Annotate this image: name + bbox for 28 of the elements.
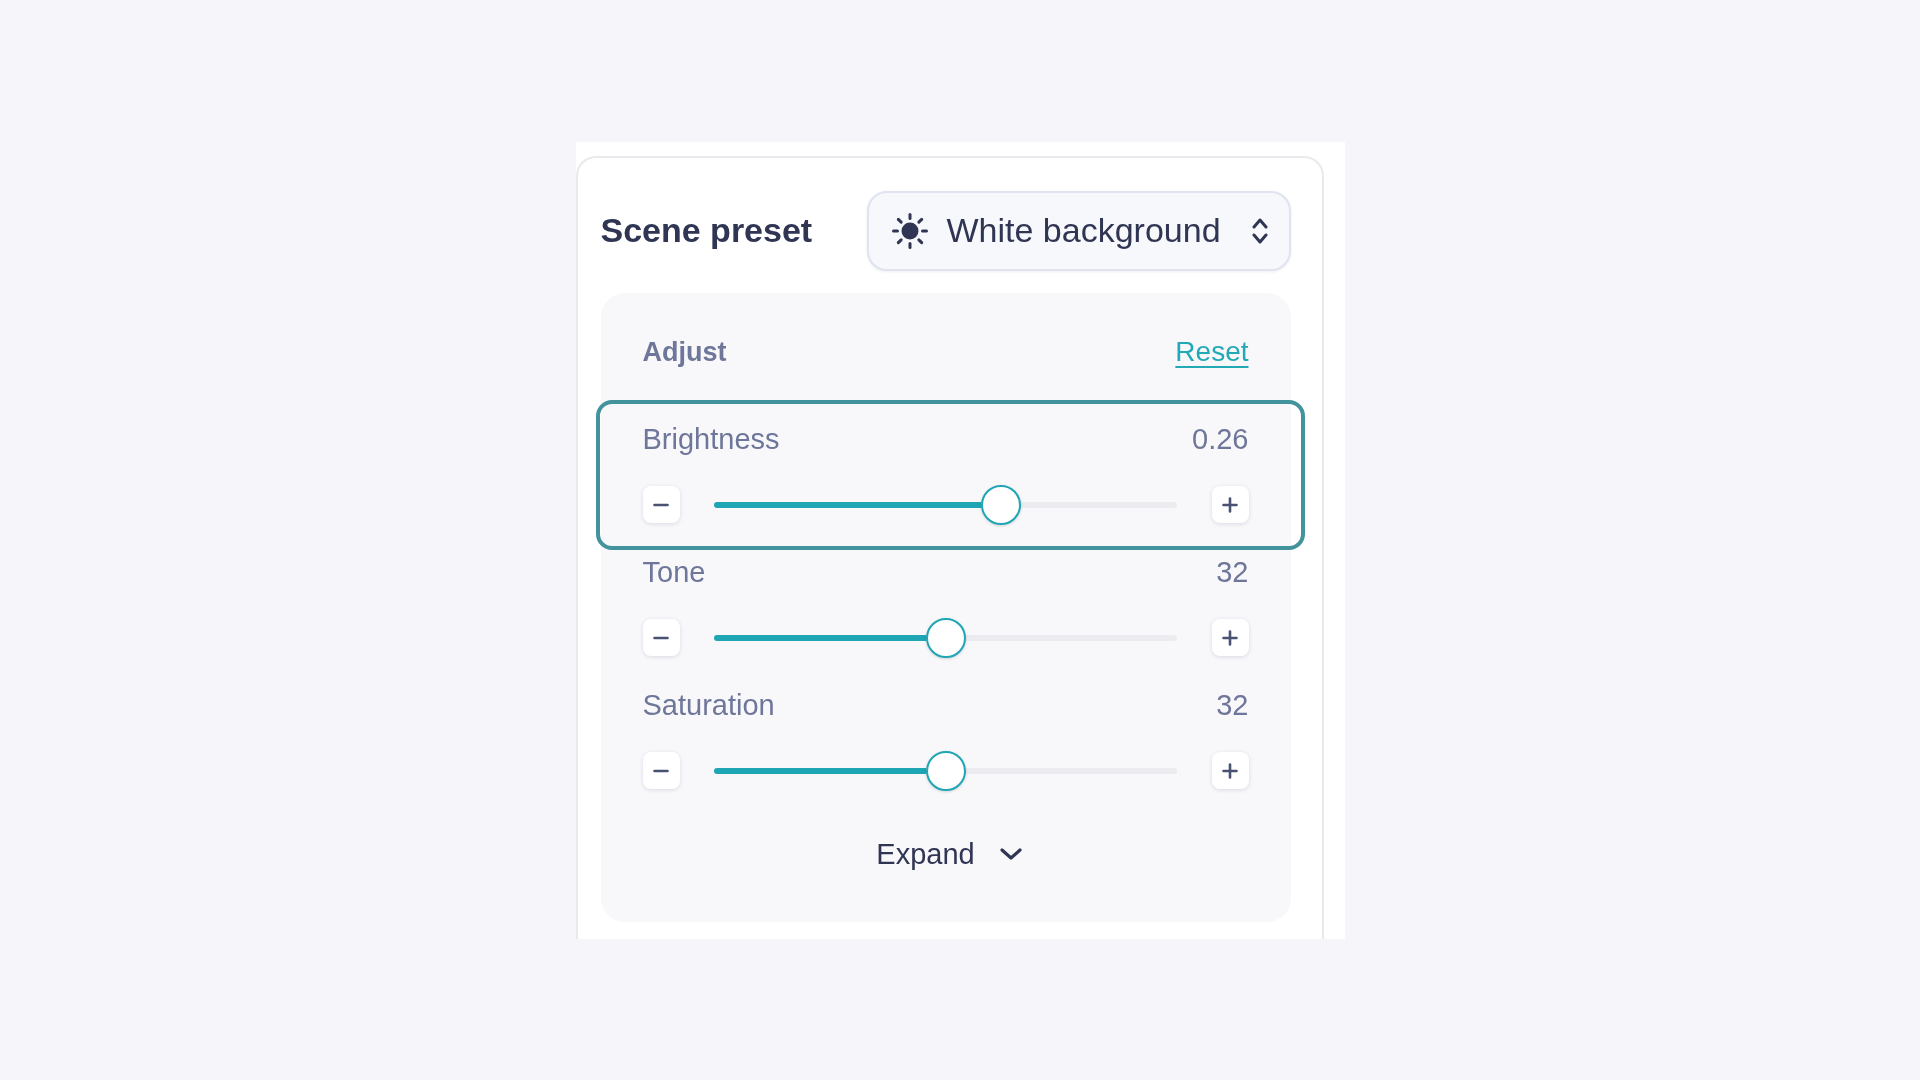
slider-label: Tone: [642, 555, 706, 588]
slider-thumb[interactable]: [925, 750, 966, 791]
preset-select[interactable]: White background: [866, 190, 1291, 271]
expand-button[interactable]: Expand: [868, 837, 1023, 870]
sun-icon: [891, 212, 928, 249]
slider-thumb[interactable]: [981, 484, 1022, 525]
slider-value: 0.26: [1192, 422, 1249, 455]
minus-icon: [653, 502, 669, 507]
increase-button[interactable]: [1211, 486, 1249, 523]
section-title: Scene preset: [600, 210, 813, 251]
decrease-button[interactable]: [642, 752, 680, 789]
plus-icon: [1222, 496, 1238, 513]
decrease-button[interactable]: [642, 486, 680, 523]
minus-icon: [653, 768, 669, 773]
minus-icon: [653, 635, 669, 640]
up-down-chevron-icon: [1251, 216, 1268, 245]
panel-title: Adjust: [642, 335, 727, 368]
plus-icon: [1222, 762, 1238, 779]
slider-value: 32: [1216, 688, 1249, 721]
slider-label: Brightness: [642, 422, 780, 455]
slider-thumb[interactable]: [925, 617, 966, 658]
increase-button[interactable]: [1211, 752, 1249, 789]
slider-value: 32: [1216, 555, 1249, 588]
increase-button[interactable]: [1211, 619, 1249, 656]
chevron-down-icon: [998, 846, 1023, 861]
plus-icon: [1222, 629, 1238, 646]
slider-label: Saturation: [642, 688, 775, 721]
decrease-button[interactable]: [642, 619, 680, 656]
